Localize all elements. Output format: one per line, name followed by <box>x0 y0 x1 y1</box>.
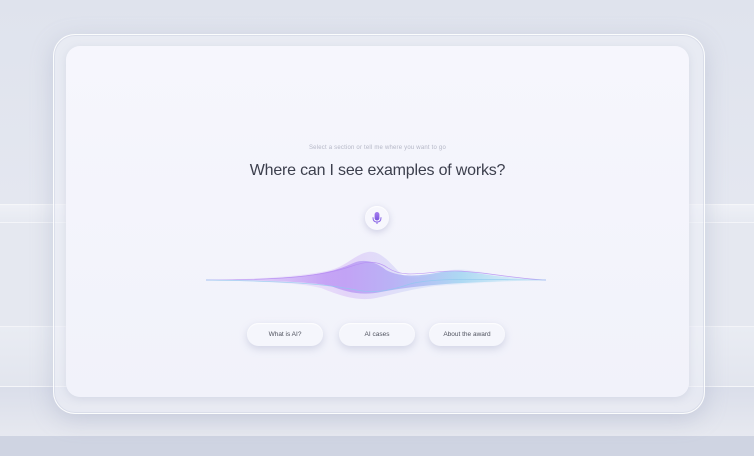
suggestion-ai-cases[interactable]: AI cases <box>339 323 415 346</box>
assistant-screen: Select a section or tell me where you wa… <box>66 46 689 397</box>
microphone-button[interactable] <box>365 206 389 230</box>
background-floor <box>0 436 754 456</box>
suggestion-about-award[interactable]: About the award <box>429 323 505 346</box>
voice-waveform <box>205 251 547 300</box>
recognized-question: Where can I see examples of works? <box>249 162 506 179</box>
prompt-hint: Select a section or tell me where you wa… <box>308 145 446 151</box>
microphone-icon <box>372 212 382 224</box>
suggestion-what-is-ai[interactable]: What is AI? <box>247 323 323 346</box>
